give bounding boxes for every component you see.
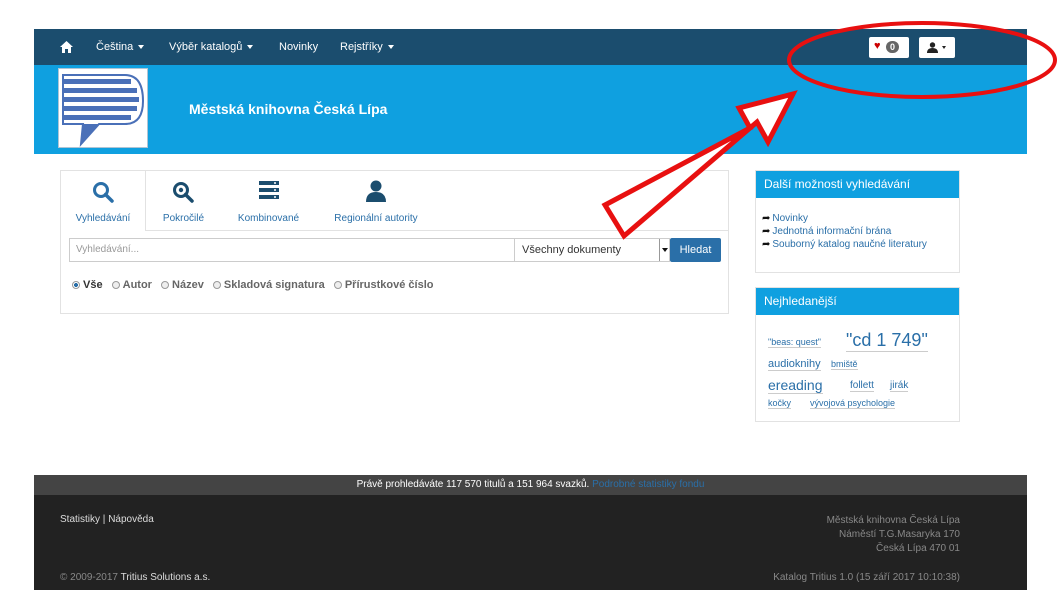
radio-unchecked-icon <box>161 281 170 289</box>
catalog-select-label: Výběr katalogů <box>169 41 243 53</box>
radio-author[interactable]: Autor <box>111 279 152 291</box>
address-line: Městská knihovna Česká Lípa <box>826 515 960 526</box>
tag-link[interactable]: kočky <box>768 398 792 409</box>
tag-link[interactable]: "beas: quest" <box>768 337 821 348</box>
collection-stats-text: Právě prohledáváte 117 570 titulů a 151 … <box>356 479 590 490</box>
library-banner <box>34 65 1027 154</box>
document-type-value: Všechny dokumenty <box>522 244 622 256</box>
chevron-down-icon <box>138 45 145 50</box>
chevron-down-icon <box>942 46 946 49</box>
tab-regional-authorities-label: Regionální autority <box>334 213 418 224</box>
tag-link[interactable]: vývojová psychologie <box>810 398 896 409</box>
tab-combined[interactable]: Kombinované <box>221 171 316 231</box>
registers-label: Rejstříky <box>340 41 383 53</box>
more-options-link-news[interactable]: ➦ Novinky <box>762 212 959 225</box>
radio-accession-number[interactable]: Přírustkové číslo <box>333 279 434 291</box>
footer-separator: | <box>102 514 106 525</box>
server-list-icon <box>259 181 279 199</box>
tab-combined-label: Kombinované <box>237 213 300 224</box>
tab-advanced[interactable]: Pokročilé <box>146 171 221 231</box>
search-panel: Vyhledávání Pokročilé Kombinované Region… <box>60 170 729 314</box>
copyright-years: © 2009-2017 <box>60 572 118 583</box>
copyright: © 2009-2017 Tritius Solutions a.s. <box>60 572 210 583</box>
radio-unchecked-icon <box>111 281 120 289</box>
link-label: Souborný katalog naučné literatury <box>772 239 927 250</box>
radio-unchecked-icon <box>212 281 221 289</box>
tag-link[interactable]: bmiště <box>831 359 858 370</box>
news-link[interactable]: Novinky <box>279 29 318 65</box>
library-title[interactable]: Městská knihovna Česká Lípa <box>189 101 387 117</box>
registers-menu[interactable]: Rejstříky <box>340 29 394 65</box>
radio-shelf-mark[interactable]: Skladová signatura <box>212 279 325 291</box>
more-options-link-skc[interactable]: ➦ Souborný katalog naučné literatury <box>762 238 959 251</box>
favorites-button[interactable]: ♥ 0 <box>869 37 909 58</box>
tab-divider <box>146 230 729 231</box>
zoom-in-icon <box>173 182 194 203</box>
search-button[interactable]: Hledat <box>670 238 721 262</box>
radio-unchecked-icon <box>333 281 342 289</box>
share-arrow-icon: ➦ <box>762 213 771 224</box>
user-icon <box>366 180 386 202</box>
page-footer: Statistiky | Nápověda Městská knihovna Č… <box>34 495 1027 590</box>
heart-icon: ♥ <box>874 40 881 52</box>
catalog-select-menu[interactable]: Výběr katalogů <box>169 29 254 65</box>
library-logo[interactable] <box>58 68 148 148</box>
radio-label: Název <box>172 279 204 291</box>
footer-links: Statistiky | Nápověda <box>60 514 154 525</box>
chevron-down-icon <box>659 239 669 261</box>
home-icon[interactable] <box>60 29 73 65</box>
tab-advanced-label: Pokročilé <box>162 213 205 224</box>
help-link[interactable]: Nápověda <box>108 514 154 525</box>
tab-regional-authorities[interactable]: Regionální autority <box>316 171 436 231</box>
collection-stats-bar: Právě prohledáváte 117 570 titulů a 151 … <box>34 475 1027 495</box>
user-icon <box>927 42 938 53</box>
radio-all[interactable]: Vše <box>72 279 103 291</box>
tag-link[interactable]: "cd 1 749" <box>846 330 928 352</box>
radio-checked-icon <box>72 281 80 289</box>
library-address: Městská knihovna Česká Lípa Náměstí T.G.… <box>827 514 960 556</box>
tag-link[interactable]: ereading <box>768 377 823 394</box>
tag-link[interactable]: jirák <box>890 380 909 392</box>
statistics-link[interactable]: Statistiky <box>60 514 100 525</box>
tag-link[interactable]: audioknihy <box>768 358 821 371</box>
address-line: Česká Lípa 470 01 <box>876 543 960 554</box>
radio-label: Skladová signatura <box>223 279 325 291</box>
radio-label: Přírustkové číslo <box>344 279 434 291</box>
most-searched-title: Nejhledanější <box>756 288 959 315</box>
more-options-link-jib[interactable]: ➦ Jednotná informační brána <box>762 225 959 238</box>
chevron-down-icon <box>387 45 394 50</box>
share-arrow-icon: ➦ <box>762 239 771 250</box>
radio-label: Autor <box>122 279 152 291</box>
more-options-title: Další možnosti vyhledávání <box>756 171 959 198</box>
favorites-count-badge: 0 <box>886 41 900 53</box>
radio-title[interactable]: Název <box>161 279 204 291</box>
link-label: Jednotná informační brána <box>772 226 892 237</box>
search-input[interactable]: Vyhledávání... <box>69 238 515 262</box>
most-searched-panel: Nejhledanější "beas: quest" "cd 1 749" a… <box>755 287 960 422</box>
tag-link[interactable]: follett <box>850 380 874 392</box>
chevron-down-icon <box>247 45 254 50</box>
search-icon <box>93 182 114 203</box>
tab-search-label: Vyhledávání <box>75 213 131 224</box>
language-label: Čeština <box>96 41 134 53</box>
vendor-link[interactable]: Tritius Solutions a.s. <box>121 572 211 583</box>
search-scope-radios: Vše Autor Název Skladová signatura Příru… <box>72 279 439 291</box>
document-type-select[interactable]: Všechny dokumenty <box>514 238 670 262</box>
more-search-options-panel: Další možnosti vyhledávání ➦ Novinky ➦ Jed… <box>755 170 960 273</box>
catalog-version: Katalog Tritius 1.0 (15 září 2017 10:10:… <box>773 572 960 583</box>
language-menu[interactable]: Čeština <box>96 29 145 65</box>
user-menu-button[interactable] <box>919 37 955 58</box>
tab-search[interactable]: Vyhledávání <box>61 171 146 231</box>
top-navbar: Čeština Výběr katalogů Novinky Rejstříky… <box>34 29 1027 65</box>
detailed-stats-link[interactable]: Podrobné statistiky fondu <box>592 479 704 490</box>
address-line: Náměstí T.G.Masaryka 170 <box>839 529 960 540</box>
link-label: Novinky <box>772 213 808 224</box>
radio-label: Vše <box>83 279 103 291</box>
share-arrow-icon: ➦ <box>762 226 771 237</box>
